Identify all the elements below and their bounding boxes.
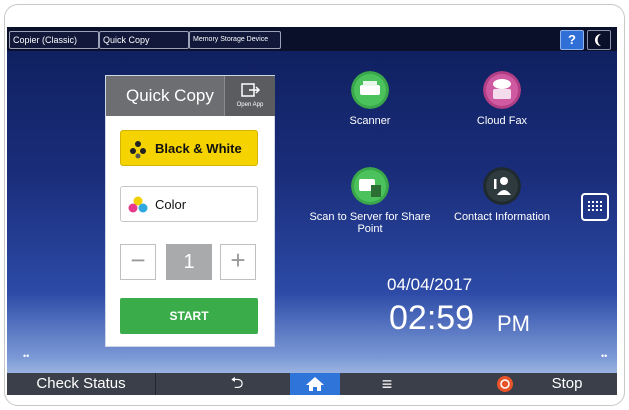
time-display: 02:59 — [389, 299, 475, 337]
start-button[interactable]: START — [120, 298, 258, 334]
black-white-toner-icon — [130, 141, 146, 159]
bottom-system-bar: Check Status ⮌ ≡ Stop — [7, 373, 617, 395]
black-white-label: Black & White — [155, 141, 242, 156]
page-indicator-right: •• — [601, 351, 608, 361]
stop-button-icon-area[interactable] — [494, 373, 516, 395]
scan-to-server-label: Scan to Server for Share Point — [309, 211, 431, 235]
date-display: 04/04/2017 — [387, 275, 473, 294]
scanner-label: Scanner — [349, 115, 391, 127]
quick-copy-title: Quick Copy — [126, 86, 214, 105]
increase-quantity-button[interactable]: + — [220, 244, 256, 280]
decrease-quantity-button[interactable]: − — [120, 244, 156, 280]
moon-icon — [595, 34, 601, 46]
scan-to-server-icon — [351, 167, 389, 205]
copy-quantity: 1 — [166, 244, 212, 280]
color-label: Color — [155, 197, 187, 212]
help-button[interactable]: ? — [560, 30, 584, 50]
app-scanner[interactable]: Scanner — [305, 71, 435, 127]
top-tab-bar: Copier (Classic) Quick Copy Memory Stora… — [7, 27, 617, 51]
open-app-label: Open App — [236, 102, 264, 108]
back-button[interactable]: ⮌ — [207, 373, 267, 395]
scanner-icon — [351, 71, 389, 109]
tab-memory-storage-device[interactable]: Memory Storage Device — [189, 31, 281, 49]
app-list-button[interactable] — [581, 193, 609, 221]
contact-info-label: Contact Information — [454, 211, 550, 223]
open-app-icon — [241, 83, 261, 97]
page-indicator-left: •• — [23, 351, 30, 361]
stop-button[interactable]: Stop — [537, 373, 597, 395]
cloud-fax-icon — [483, 71, 521, 109]
black-white-button[interactable]: Black & White — [120, 130, 258, 166]
home-icon — [306, 377, 324, 391]
menu-button[interactable]: ≡ — [357, 373, 417, 395]
open-app-button[interactable]: Open App — [224, 76, 275, 116]
quick-copy-header: Quick Copy Open App — [106, 76, 275, 116]
color-button[interactable]: Color — [120, 186, 258, 222]
check-status-button[interactable]: Check Status — [7, 373, 156, 395]
touch-screen: Copier (Classic) Quick Copy Memory Stora… — [7, 27, 617, 395]
home-button[interactable] — [290, 373, 340, 395]
tab-quick-copy[interactable]: Quick Copy — [99, 31, 189, 49]
tab-copier-classic[interactable]: Copier (Classic) — [9, 31, 99, 49]
grid-icon — [588, 201, 602, 211]
cloud-fax-label: Cloud Fax — [476, 115, 528, 127]
ampm-display: PM — [497, 311, 530, 336]
app-contact-information[interactable]: Contact Information — [437, 167, 567, 223]
quick-copy-widget: Quick Copy Open App Black & White Color … — [105, 75, 275, 347]
energy-saver-button[interactable] — [587, 30, 611, 50]
color-toner-icon — [128, 196, 148, 213]
app-cloud-fax[interactable]: Cloud Fax — [437, 71, 567, 127]
contact-info-icon — [483, 167, 521, 205]
stop-icon — [497, 376, 513, 392]
app-scan-to-server[interactable]: Scan to Server for Share Point — [297, 167, 443, 235]
